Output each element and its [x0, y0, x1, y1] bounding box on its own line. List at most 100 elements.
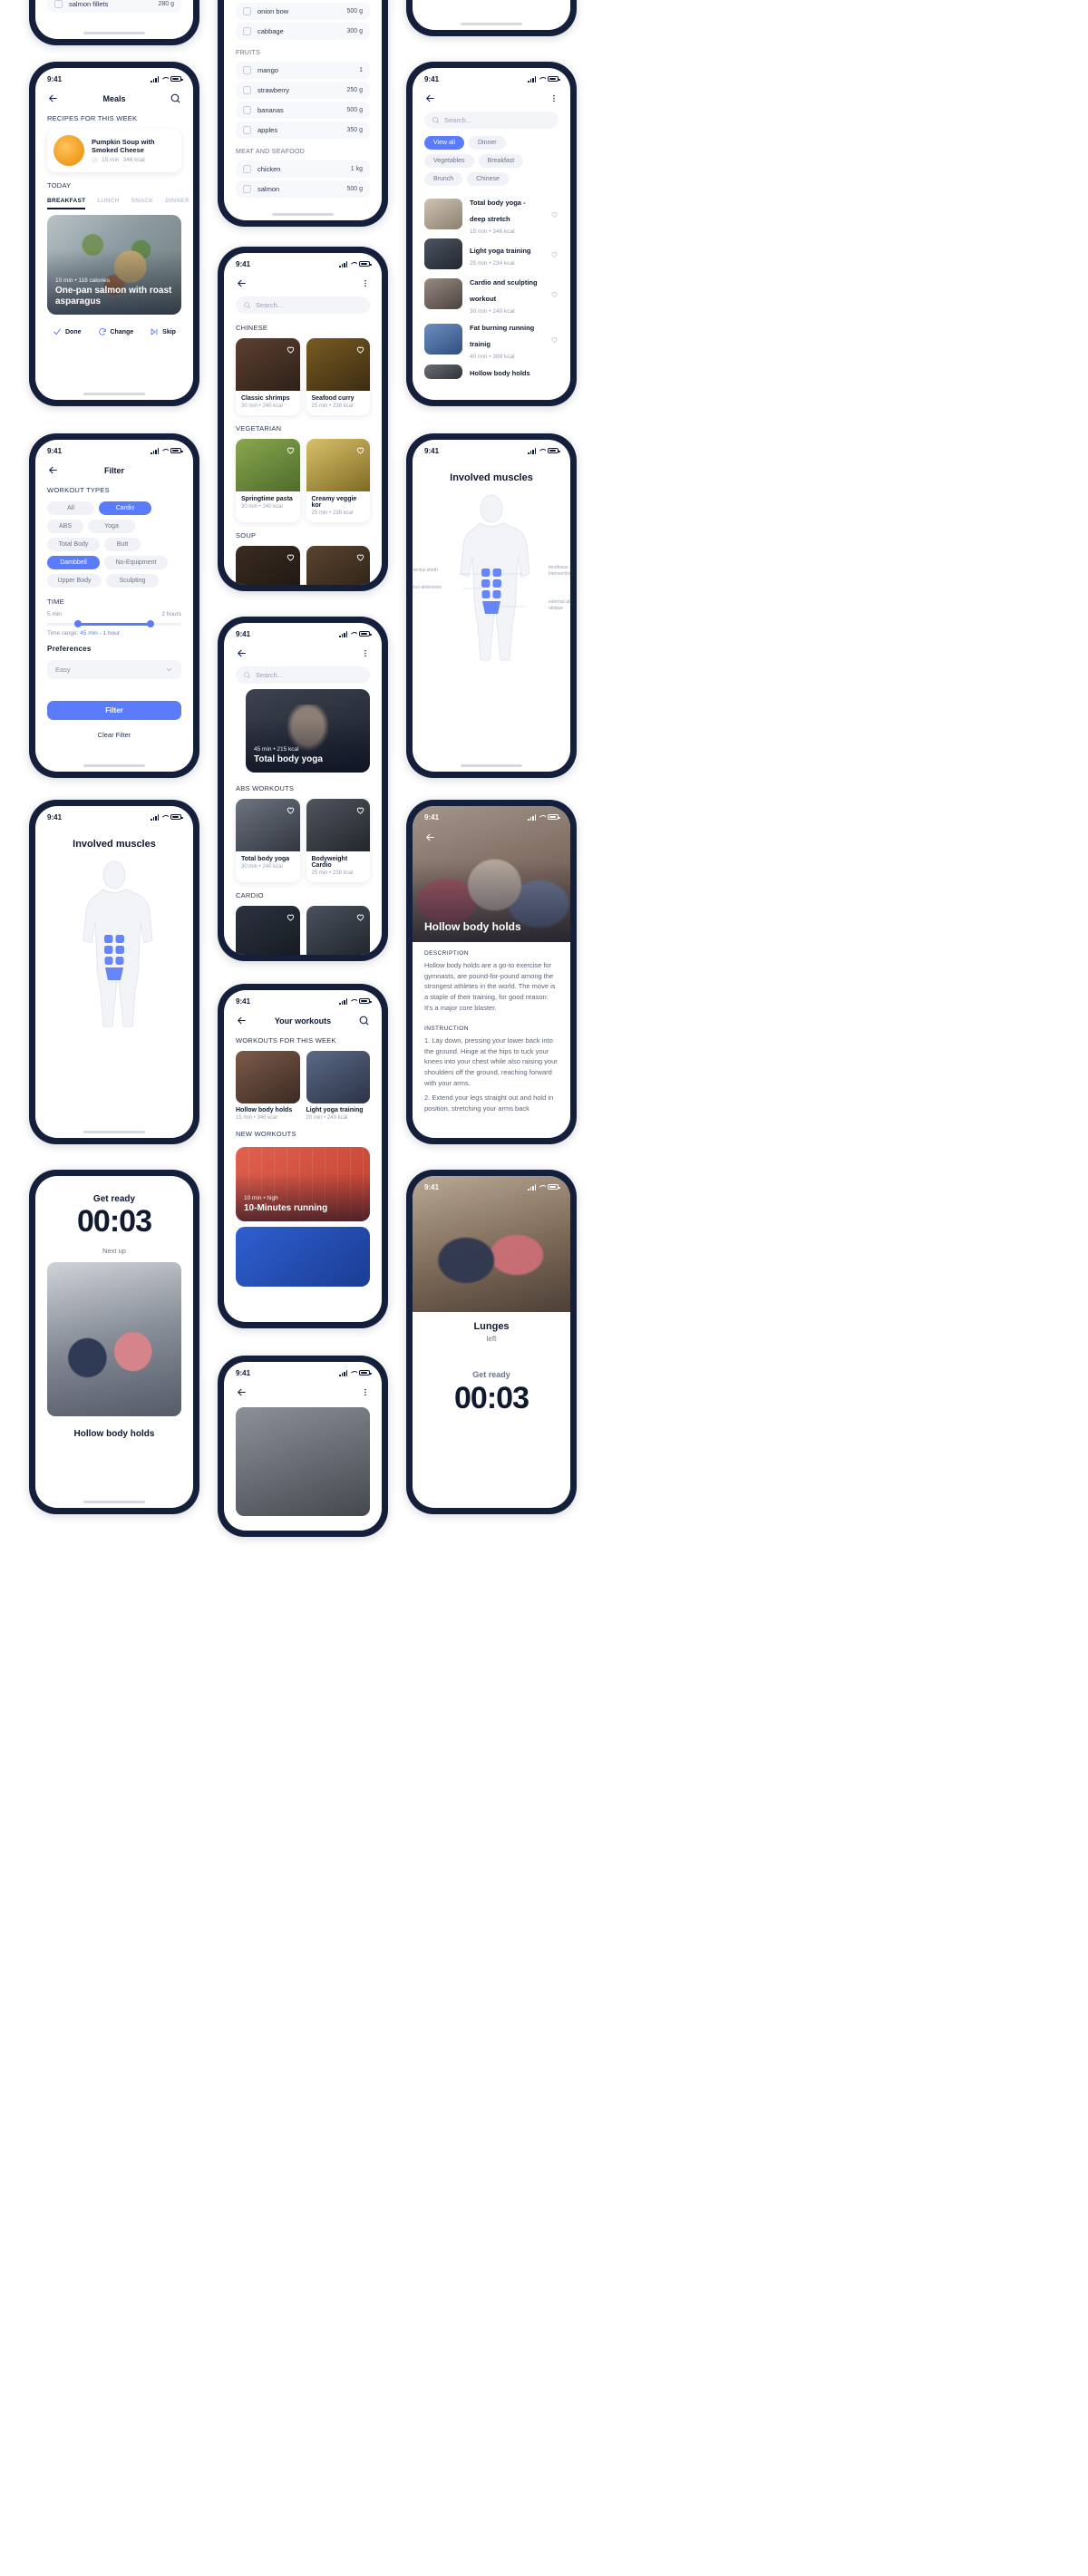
chip-upper-body[interactable]: Upper Body — [47, 574, 102, 588]
search-input[interactable]: Search... — [424, 112, 559, 129]
workout-row[interactable]: Hollow body holds — [424, 364, 559, 380]
back-arrow-icon[interactable] — [236, 647, 248, 659]
workout-image[interactable] — [306, 906, 370, 955]
checkbox-icon[interactable] — [243, 165, 251, 173]
checkbox-icon[interactable] — [243, 66, 251, 74]
list-item[interactable]: bananas 500 g — [236, 102, 370, 119]
checkbox-icon[interactable] — [243, 7, 251, 15]
workout-card[interactable]: Hollow body holds 15 min • 346 kcal — [236, 1051, 300, 1121]
slider-knob-left[interactable] — [73, 620, 82, 627]
recipe-card[interactable]: Pumpkin Soup with Smoked Cheese 15 min 3… — [47, 129, 181, 172]
checkbox-icon[interactable] — [243, 106, 251, 114]
checkbox-icon[interactable] — [243, 86, 251, 94]
tab-lunch[interactable]: LUNCH — [97, 198, 119, 209]
workout-row[interactable]: Cardio and sculpting workout 30 min • 24… — [424, 273, 559, 315]
list-item[interactable]: chicken 1 kg — [236, 160, 370, 178]
chip-yoga[interactable]: Yoga — [88, 520, 135, 533]
tab-snack[interactable]: SNACK — [131, 198, 154, 209]
chip-dambbell[interactable]: Dambbell — [47, 556, 100, 569]
chip-no-equipment[interactable]: No-Equipment — [104, 556, 168, 569]
more-options-icon[interactable] — [361, 1386, 370, 1398]
chip-cardio[interactable]: Cardio — [99, 501, 151, 515]
recipe-image[interactable] — [306, 546, 370, 585]
list-item[interactable]: onion bow 500 g — [236, 3, 370, 20]
meal-hero-card[interactable]: 10 min • 118 calories One-pan salmon wit… — [47, 215, 181, 315]
recipe-card[interactable]: Springtime pasta 30 min • 240 kcal — [236, 439, 300, 522]
checkbox-icon[interactable] — [243, 27, 251, 35]
workout-row[interactable]: Light yoga training 25 min • 234 kcal — [424, 238, 559, 269]
chip-total-body[interactable]: Total Body — [47, 538, 100, 551]
favorite-heart-icon[interactable] — [286, 910, 296, 921]
workout-row[interactable]: Total body yoga - deep stretch 15 min • … — [424, 193, 559, 235]
back-arrow-icon[interactable] — [424, 92, 436, 104]
skip-button[interactable]: Skip — [150, 327, 176, 336]
chip-abs[interactable]: ABS — [47, 520, 83, 533]
workout-image[interactable] — [236, 906, 300, 955]
checkbox-icon[interactable] — [243, 126, 251, 134]
time-slider[interactable]: 5 min 2 hours Time range: 45 min - 1 hou… — [35, 609, 193, 638]
more-options-icon[interactable] — [549, 92, 559, 104]
chip-sculpting[interactable]: Sculpting — [106, 574, 159, 588]
list-item[interactable]: strawberry 250 g — [236, 82, 370, 99]
tab-dinner[interactable]: DINNER — [165, 198, 189, 209]
favorite-heart-icon[interactable] — [286, 343, 296, 354]
favorite-heart-icon[interactable] — [286, 803, 296, 814]
favorite-heart-icon[interactable] — [286, 443, 296, 454]
back-arrow-icon[interactable] — [424, 831, 436, 843]
recipe-card[interactable]: Creamy veggie kor 25 min • 238 kcal — [306, 439, 370, 522]
favorite-heart-icon[interactable] — [550, 335, 559, 344]
clear-filter-button[interactable]: Clear Filter — [35, 725, 193, 744]
checkbox-icon[interactable] — [54, 0, 63, 8]
done-button[interactable]: Done — [53, 327, 82, 336]
workout-hero-card[interactable]: 45 min • 215 kcal Total body yoga — [246, 689, 370, 773]
chip-butt[interactable]: Butt — [104, 538, 141, 551]
search-input[interactable]: Search... — [236, 666, 370, 684]
search-icon[interactable] — [358, 1015, 370, 1026]
favorite-heart-icon[interactable] — [355, 443, 365, 454]
favorite-heart-icon[interactable] — [550, 210, 559, 219]
favorite-heart-icon[interactable] — [550, 290, 559, 298]
recipe-card[interactable]: Seafood curry 25 min • 238 kcal — [306, 338, 370, 415]
list-item[interactable]: salmon 500 g — [236, 180, 370, 198]
recipe-image[interactable] — [236, 546, 300, 585]
back-arrow-icon[interactable] — [47, 92, 59, 104]
chip-dinner[interactable]: Dinner — [469, 136, 506, 150]
clear-filter-button[interactable]: Clear Filter — [413, 0, 570, 6]
new-workout-card[interactable]: 10 min • high 10-Minutes running — [236, 1147, 370, 1221]
chip-breakfast[interactable]: Breakfast — [478, 154, 524, 168]
list-item[interactable]: salmon fillets 280 g — [47, 0, 181, 13]
search-input[interactable]: Search... — [236, 296, 370, 314]
slider-knob-right[interactable] — [146, 620, 154, 627]
more-options-icon[interactable] — [361, 647, 370, 659]
filter-button[interactable]: Filter — [47, 701, 181, 720]
change-button[interactable]: Change — [98, 327, 133, 336]
favorite-heart-icon[interactable] — [355, 550, 365, 561]
recipe-card[interactable]: Classic shrimps 30 min • 240 kcal — [236, 338, 300, 415]
chip-brunch[interactable]: Brunch — [424, 172, 463, 186]
chip-vegetables[interactable]: Vegetables — [424, 154, 474, 168]
favorite-heart-icon[interactable] — [355, 343, 365, 354]
list-item[interactable]: mango 1 — [236, 62, 370, 79]
new-workout-card[interactable] — [236, 1227, 370, 1287]
favorite-heart-icon[interactable] — [550, 250, 559, 258]
workout-card[interactable]: Total body yoga 30 min • 240 kcal — [236, 799, 300, 882]
more-options-icon[interactable] — [361, 277, 370, 289]
back-arrow-icon[interactable] — [236, 1015, 248, 1026]
search-icon[interactable] — [170, 92, 181, 104]
preferences-select[interactable]: Easy — [47, 660, 181, 679]
tab-breakfast[interactable]: BREAKFAST — [47, 198, 86, 209]
favorite-heart-icon[interactable] — [286, 550, 296, 561]
favorite-heart-icon[interactable] — [355, 803, 365, 814]
workout-card[interactable]: Bodyweight Cardio 25 min • 238 kcal — [306, 799, 370, 882]
slider-track[interactable] — [47, 620, 181, 627]
checkbox-icon[interactable] — [243, 185, 251, 193]
chip-view-all[interactable]: View all — [424, 136, 464, 150]
back-arrow-icon[interactable] — [236, 1386, 248, 1398]
workout-row[interactable]: Fat burning running trainig 40 min • 389… — [424, 318, 559, 360]
workout-card[interactable]: Light yoga training 20 min • 240 kcal — [306, 1051, 370, 1121]
list-item[interactable]: apples 350 g — [236, 122, 370, 139]
list-item[interactable]: cabbage 300 g — [236, 23, 370, 40]
back-arrow-icon[interactable] — [47, 464, 59, 476]
back-arrow-icon[interactable] — [236, 277, 248, 289]
chip-all[interactable]: All — [47, 501, 94, 515]
